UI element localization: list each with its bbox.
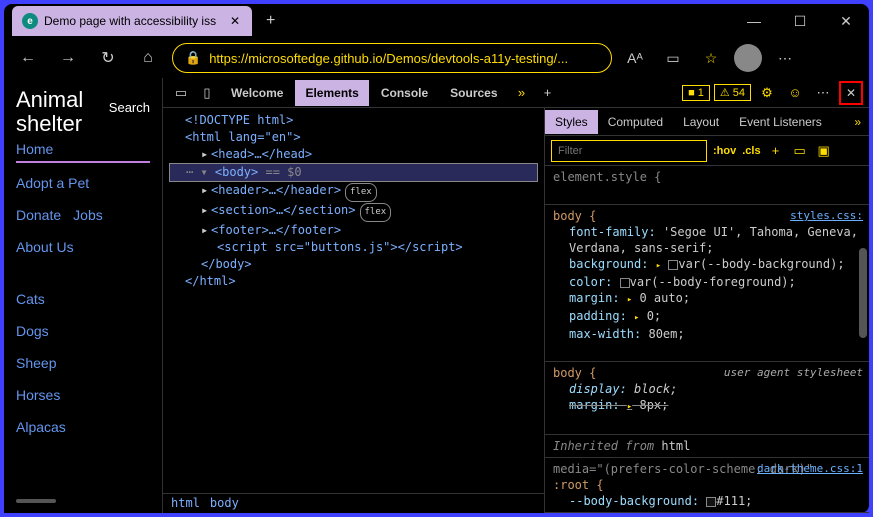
tab-styles[interactable]: Styles — [545, 110, 598, 134]
inspect-icon[interactable]: ▭ — [169, 81, 193, 105]
nav-horses[interactable]: Horses — [16, 383, 150, 407]
menu-icon[interactable]: ⋯ — [770, 43, 800, 73]
nav-jobs[interactable]: Jobs — [73, 203, 103, 227]
nav-dogs[interactable]: Dogs — [16, 319, 150, 343]
device-icon[interactable]: ▯ — [195, 81, 219, 105]
profile-avatar[interactable] — [734, 44, 762, 72]
breadcrumb[interactable]: htmlbody — [163, 493, 544, 513]
warning-badge[interactable]: ⚠54 — [714, 84, 751, 101]
styles-pane: Styles Computed Layout Event Listeners »… — [544, 108, 869, 513]
page-scrollbar[interactable] — [16, 499, 56, 503]
styles-scrollbar[interactable] — [859, 248, 867, 338]
styles-rules[interactable]: element.style { } styles.css: body { fon… — [545, 166, 869, 513]
nav-about[interactable]: About Us — [16, 235, 150, 259]
tab-events[interactable]: Event Listeners — [729, 110, 832, 134]
nav-adopt[interactable]: Adopt a Pet — [16, 171, 150, 195]
nav-donate[interactable]: Donate — [16, 203, 61, 227]
edge-favicon — [22, 13, 38, 29]
tab-sources[interactable]: Sources — [440, 80, 507, 106]
webpage-sidebar: Animal shelter Search Home Adopt a Pet D… — [4, 78, 162, 513]
more-tabs-icon[interactable]: » — [510, 81, 534, 105]
url-text: https://microsoftedge.github.io/Demos/de… — [209, 51, 599, 66]
dom-tree[interactable]: <!DOCTYPE html> <html lang="en"> ▸<head>… — [163, 108, 544, 493]
browser-toolbar: ← → ↻ ⌂ 🔒 https://microsoftedge.github.i… — [4, 38, 869, 78]
refresh-button[interactable]: ↻ — [92, 42, 124, 74]
tab-welcome[interactable]: Welcome — [221, 80, 293, 106]
cls-toggle[interactable]: .cls — [742, 145, 760, 157]
tab-elements[interactable]: Elements — [295, 80, 368, 106]
selected-node[interactable]: ⋯ ▾ <body> == $0 — [169, 163, 538, 182]
computed-icon[interactable]: ▭ — [791, 143, 809, 159]
translate-icon[interactable]: ▭ — [658, 43, 688, 73]
tab-layout[interactable]: Layout — [673, 110, 729, 134]
elements-panel: <!DOCTYPE html> <html lang="en"> ▸<head>… — [163, 108, 544, 513]
nav-home[interactable]: Home — [16, 137, 150, 163]
reader-icon[interactable]: Aᴬ — [620, 43, 650, 73]
back-button[interactable]: ← — [12, 42, 44, 74]
forward-button[interactable]: → — [52, 42, 84, 74]
lock-icon: 🔒 — [185, 50, 201, 66]
tab-computed[interactable]: Computed — [598, 110, 673, 134]
search-label[interactable]: Search — [109, 100, 150, 115]
styles-more-icon[interactable]: » — [844, 110, 869, 134]
styles-filter-input[interactable] — [551, 140, 707, 162]
settings-icon[interactable]: ⚙ — [755, 81, 779, 105]
source-link-dark[interactable]: dark-theme.css:1 — [757, 461, 863, 477]
devtools-panel: ▭ ▯ Welcome Elements Console Sources » +… — [162, 78, 869, 513]
new-rule-icon[interactable]: + — [767, 143, 785, 158]
hov-toggle[interactable]: :hov — [713, 145, 736, 157]
tab-close-icon[interactable]: ✕ — [228, 14, 242, 28]
nav-cats[interactable]: Cats — [16, 287, 150, 311]
close-window-button[interactable]: ✕ — [823, 4, 869, 38]
minimize-button[interactable]: — — [731, 4, 777, 38]
add-tab-icon[interactable]: + — [536, 81, 560, 105]
devtools-close-button[interactable]: ✕ — [839, 81, 863, 105]
address-bar[interactable]: 🔒 https://microsoftedge.github.io/Demos/… — [172, 43, 612, 73]
nav-alpacas[interactable]: Alpacas — [16, 415, 150, 439]
source-link[interactable]: styles.css: — [790, 208, 863, 224]
devtools-tabbar: ▭ ▯ Welcome Elements Console Sources » +… — [163, 78, 869, 108]
maximize-button[interactable]: ☐ — [777, 4, 823, 38]
nav-sheep[interactable]: Sheep — [16, 351, 150, 375]
titlebar: Demo page with accessibility iss ✕ + — ☐… — [4, 4, 869, 38]
feedback-icon[interactable]: ☺ — [783, 81, 807, 105]
home-button[interactable]: ⌂ — [132, 42, 164, 74]
render-icon[interactable]: ▣ — [815, 143, 833, 159]
error-badge[interactable]: ■1 — [682, 85, 710, 101]
customize-icon[interactable]: ⋯ — [811, 81, 835, 105]
tab-console[interactable]: Console — [371, 80, 438, 106]
favorite-icon[interactable]: ☆ — [696, 43, 726, 73]
new-tab-button[interactable]: + — [258, 12, 283, 30]
tab-title: Demo page with accessibility iss — [44, 14, 222, 28]
browser-tab[interactable]: Demo page with accessibility iss ✕ — [12, 6, 252, 36]
